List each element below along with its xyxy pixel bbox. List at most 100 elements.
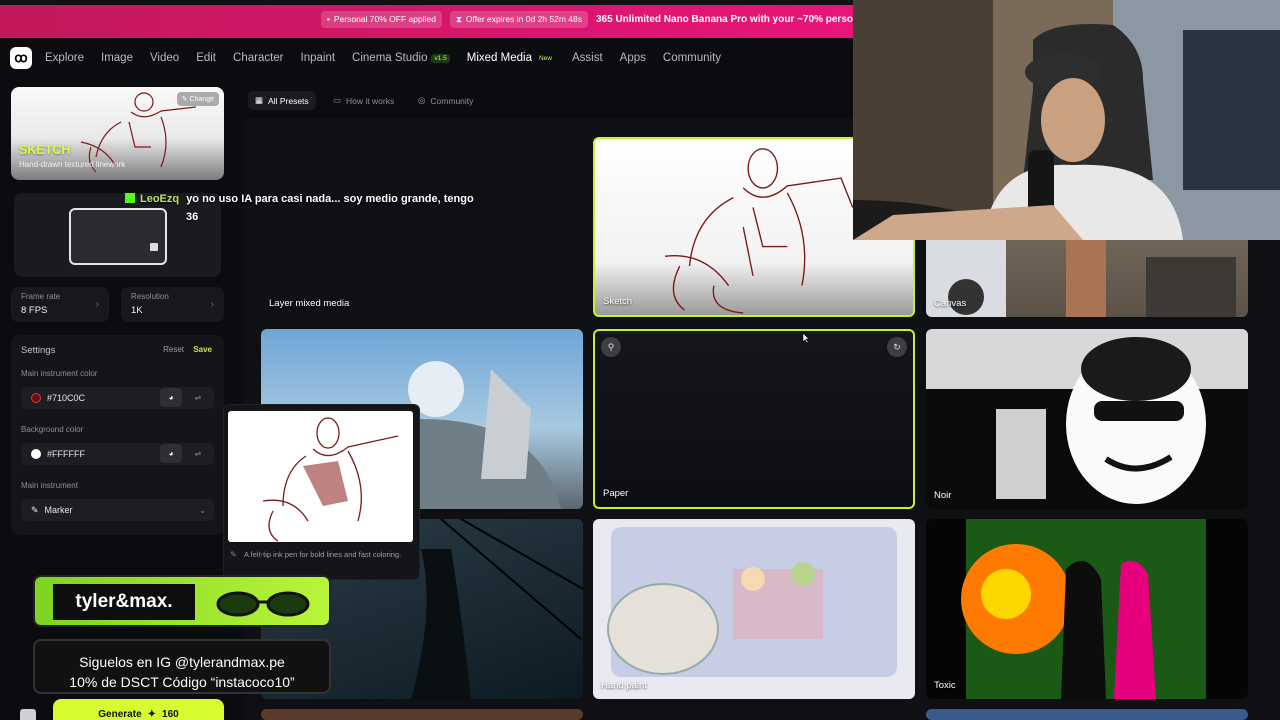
bg-color-field[interactable]: #FFFFFF: [21, 443, 214, 465]
instrument-select[interactable]: ✎ Marker ⌄: [21, 499, 214, 521]
preset-card-partial[interactable]: [926, 709, 1248, 720]
card-label: Layer mixed media: [269, 298, 350, 309]
toxic-thumbnail: [961, 519, 1206, 699]
app-root: ▪ Personal 70% OFF applied ⧗ Offer expires…: [0, 0, 1280, 720]
instrument-popover: ✎ A felt-tip ink pen for bold lines and …: [223, 404, 420, 580]
nav-label: Inpaint: [300, 52, 336, 64]
preset-preview-card[interactable]: ✎ Change SKETCH Hand-drawn textured line…: [11, 87, 224, 180]
preset-card-partial[interactable]: [261, 709, 583, 720]
change-label: Change: [189, 96, 214, 103]
nav-label: Video: [149, 52, 180, 64]
frame-rate-select[interactable]: Frame rate 8 FPS ›: [11, 287, 109, 322]
nav-label: Mixed Media: [466, 52, 532, 64]
sketch-preview-image: [262, 417, 399, 542]
nav-label: Apps: [619, 52, 646, 64]
nav-label: Community: [662, 52, 722, 64]
nav-mixed-media[interactable]: Mixed Media New: [467, 52, 555, 64]
nav-inpaint[interactable]: Inpaint: [301, 52, 336, 64]
top-strip: [0, 0, 853, 5]
timer-text: Offer expires in 0d 2h 52m 48s: [465, 14, 582, 24]
generate-button[interactable]: Generate ✦ 160: [53, 699, 224, 720]
top-nav: ꝏ Explore Image Video Edit Character Inp…: [0, 38, 853, 78]
tab-community[interactable]: ◎ Community: [411, 91, 480, 110]
sparkle-icon: ✦: [147, 708, 157, 720]
tab-how-it-works[interactable]: ▭ How it works: [326, 91, 401, 110]
marker-icon: ✎: [31, 504, 39, 515]
nav-label: Explore: [45, 52, 84, 64]
chevron-down-icon: ⌄: [199, 505, 206, 515]
palette-icon[interactable]: ◕: [160, 444, 182, 463]
discount-pill[interactable]: ▪ Personal 70% OFF applied: [320, 10, 442, 28]
chat-username: LeoEzq: [140, 193, 180, 205]
bg-color-label: Background color: [21, 425, 84, 434]
main-color-label: Main instrument color: [21, 369, 98, 378]
webcam-image: [853, 0, 1280, 240]
card-label: Noir: [934, 490, 952, 501]
tab-label: How it works: [346, 95, 395, 106]
color-swatch: [31, 449, 41, 459]
nav-cinema-studio[interactable]: Cinema Studio v1.5: [352, 52, 450, 64]
chevron-right-icon: ›: [210, 299, 214, 310]
nav-edit[interactable]: Edit: [196, 52, 216, 64]
nav-apps[interactable]: Apps: [620, 52, 646, 64]
aspect-ratio-picker[interactable]: [14, 193, 221, 277]
instrument-value: Marker: [44, 505, 73, 515]
pin-icon[interactable]: ⚲: [601, 337, 621, 357]
main-color-field[interactable]: #710C0C: [21, 387, 214, 409]
tab-label: All Presets: [268, 95, 309, 106]
nav-assist[interactable]: Assist: [572, 52, 603, 64]
sliders-icon[interactable]: ⇌: [187, 388, 209, 407]
preset-card-noir[interactable]: Noir: [926, 329, 1248, 509]
kick-icon: [125, 193, 135, 203]
sponsor-line1: Siguelos en IG @tylerandmax.pe: [79, 654, 285, 670]
tab-all-presets[interactable]: ▦ All Presets: [248, 91, 316, 110]
resolution-value: 1K: [131, 305, 143, 316]
preset-card-layer-mixed-media[interactable]: Layer mixed media: [261, 137, 583, 317]
sliders-icon[interactable]: ⇌: [187, 444, 209, 463]
nav-label: Character: [233, 52, 284, 64]
preset-card-hand-paint[interactable]: Hand paint: [593, 519, 915, 699]
hourglass-icon: ⧗: [455, 13, 462, 24]
card-label: Hand paint: [601, 680, 647, 691]
promo-bar: ▪ Personal 70% OFF applied ⧗ Offer expires…: [0, 0, 853, 38]
nav-label: Image: [101, 52, 133, 64]
media-icon: [150, 243, 158, 251]
generate-cost: 160: [162, 708, 179, 720]
nav-community[interactable]: Community: [663, 52, 721, 64]
preset-subtitle: Hand-drawn textured linework: [19, 160, 126, 169]
preset-card-toxic[interactable]: Toxic: [926, 519, 1248, 699]
new-badge: New: [538, 54, 552, 62]
sponsor-banner: tyler&max.: [33, 575, 331, 627]
frame-rate-label: Frame rate: [21, 292, 61, 301]
card-label: Canvas: [934, 298, 967, 309]
logo-icon[interactable]: ꝏ: [10, 47, 32, 69]
chat-text-line2: 36: [186, 211, 199, 223]
refresh-icon[interactable]: ↻: [887, 337, 907, 357]
generate-label: Generate: [98, 708, 142, 720]
sponsor-logo: tyler&max.: [53, 584, 195, 620]
palette-icon[interactable]: ◕: [160, 388, 182, 407]
webcam-overlay: [853, 0, 1280, 240]
resolution-select[interactable]: Resolution 1K ›: [121, 287, 224, 322]
nav-video[interactable]: Video: [150, 52, 179, 64]
card-label: Sketch: [603, 296, 633, 307]
main-color-value: #710C0C: [47, 393, 86, 403]
settings-heading: Settings: [21, 345, 56, 356]
nav-image[interactable]: Image: [101, 52, 133, 64]
play-box-icon: ▭: [333, 95, 342, 105]
nav-explore[interactable]: Explore: [45, 52, 84, 64]
promo-text[interactable]: 365 Unlimited Nano Banana Pro with your …: [596, 14, 853, 25]
nav-label: Cinema Studio: [352, 52, 428, 64]
preset-card-partial[interactable]: [593, 709, 915, 720]
resolution-label: Resolution: [131, 292, 169, 301]
grid-icon: ▦: [255, 95, 264, 105]
frame-preview: [69, 208, 167, 265]
nav-character[interactable]: Character: [233, 52, 284, 64]
card-label: Paper: [603, 488, 629, 499]
timer-pill[interactable]: ⧗ Offer expires in 0d 2h 52m 48s: [449, 10, 588, 28]
change-button[interactable]: ✎ Change: [176, 92, 219, 106]
preset-card-paper[interactable]: ⚲ ↻ Paper: [593, 329, 915, 509]
save-button[interactable]: Save: [193, 345, 212, 354]
media-icon[interactable]: [20, 709, 36, 720]
reset-button[interactable]: Reset: [163, 345, 184, 354]
